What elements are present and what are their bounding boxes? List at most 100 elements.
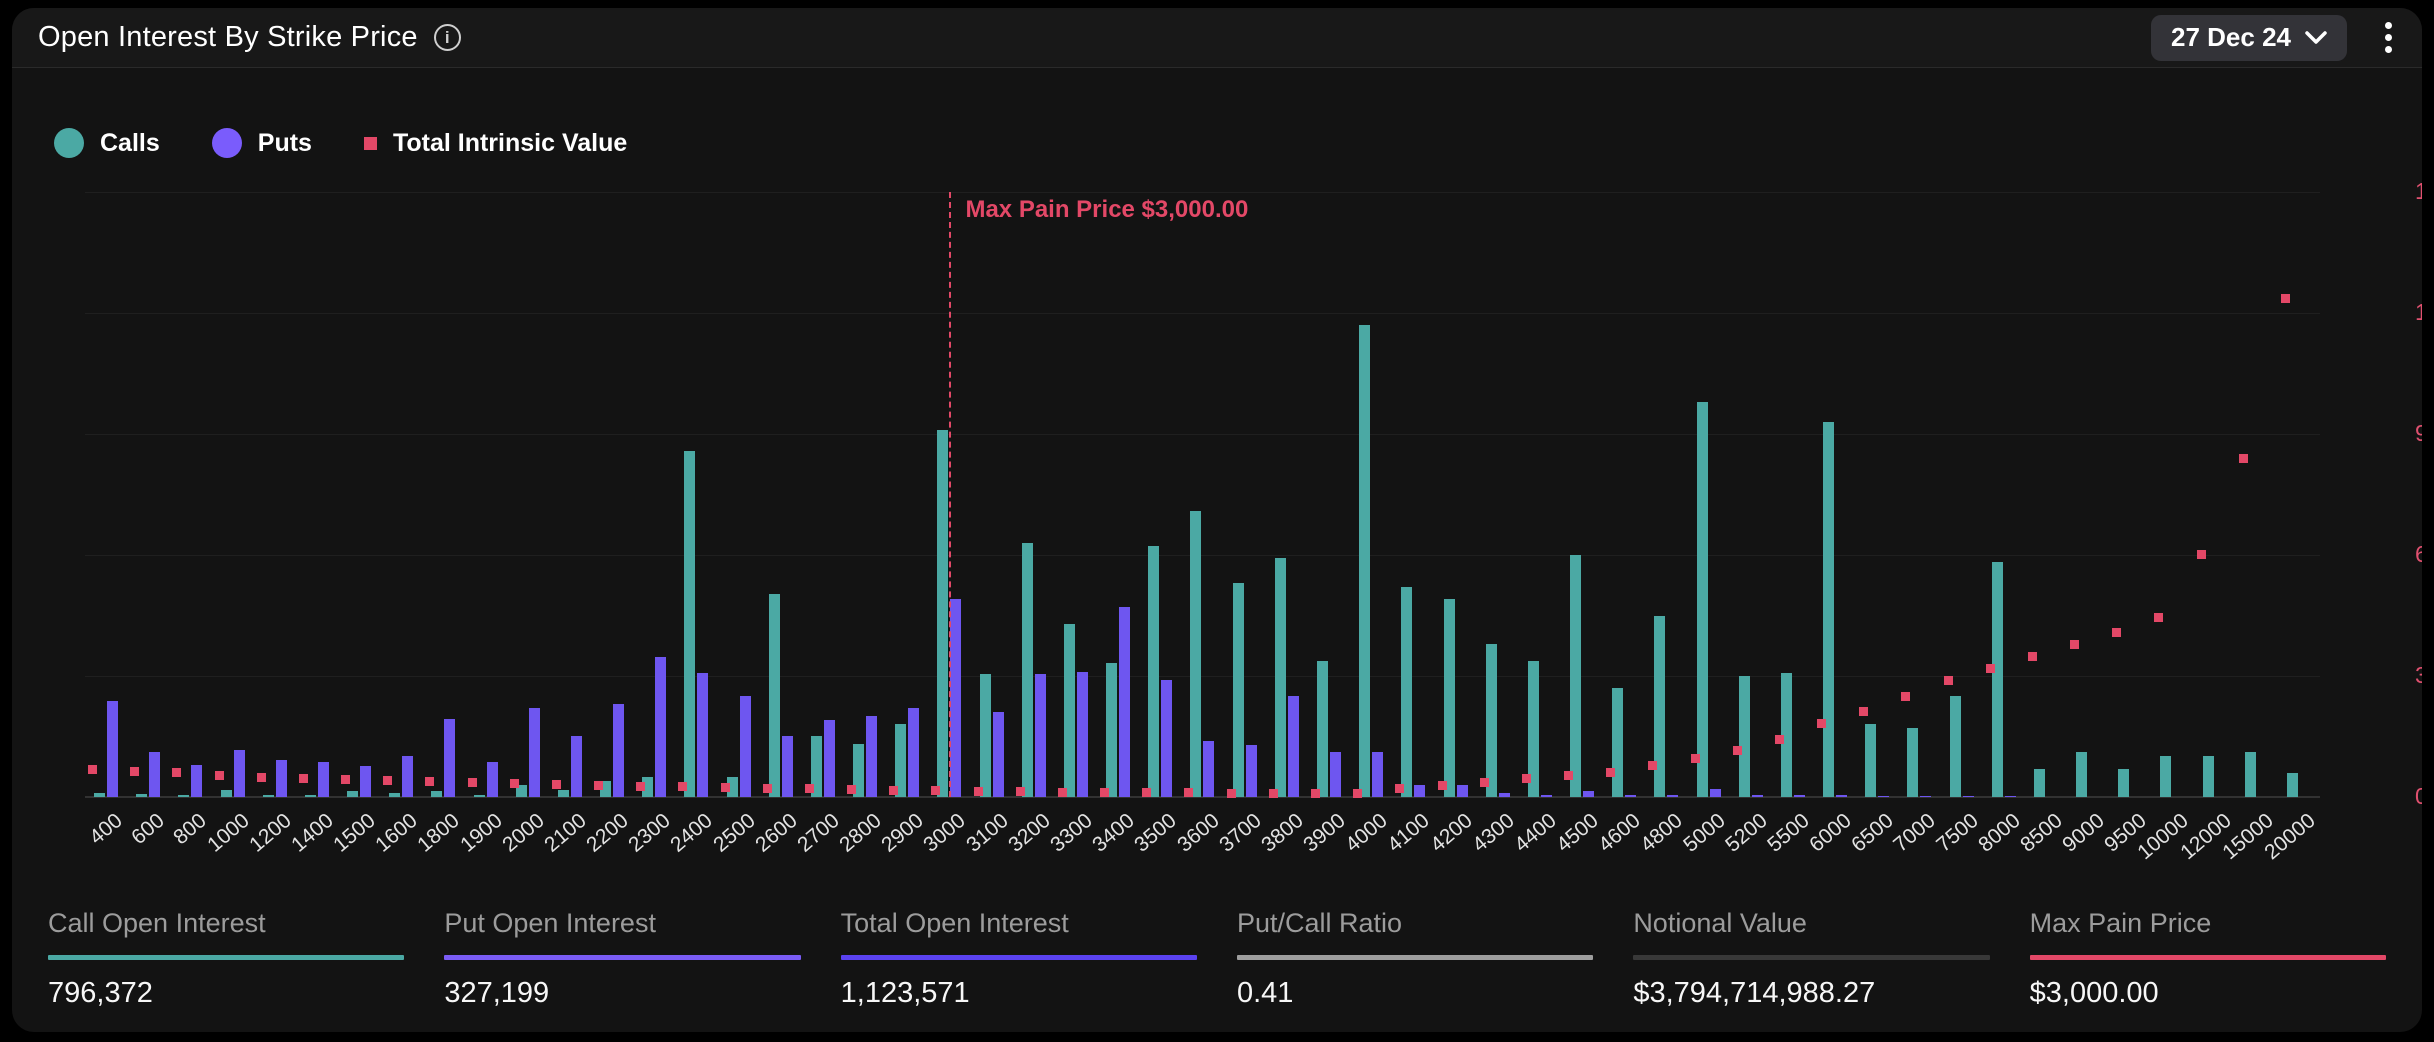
intrinsic-value-dot [931, 786, 940, 795]
calls-bar [1022, 543, 1033, 797]
puts-bar [1372, 752, 1383, 797]
legend-item-intrinsic[interactable]: Total Intrinsic Value [364, 129, 627, 158]
legend: Calls Puts Total Intrinsic Value [54, 128, 679, 158]
puts-bar [1752, 795, 1763, 797]
calls-bar [305, 795, 316, 797]
calls-bar [389, 793, 400, 797]
intrinsic-marker-icon [364, 137, 377, 150]
intrinsic-value-dot [1817, 719, 1826, 728]
intrinsic-value-dot [636, 782, 645, 791]
x-axis-tick: 3300 [1046, 809, 1097, 857]
strike-group-3600 [1181, 192, 1223, 797]
intrinsic-value-dot [299, 774, 308, 783]
expiry-date-dropdown[interactable]: 27 Dec 24 [2151, 15, 2347, 61]
x-axis-tick: 4300 [1468, 809, 1519, 857]
x-axis-tick: 4200 [1426, 809, 1477, 857]
x-axis-tick: 2700 [793, 809, 844, 857]
strike-group-5500 [1772, 192, 1814, 797]
puts-bar [529, 708, 540, 797]
stat-label: Put/Call Ratio [1237, 908, 1593, 939]
puts-bar [1499, 793, 1510, 797]
intrinsic-value-dot [1733, 746, 1742, 755]
strike-group-15000 [2236, 192, 2278, 797]
strike-group-10000 [2151, 192, 2193, 797]
x-axis-tick: 2100 [540, 809, 591, 857]
calls-bar [1907, 728, 1918, 797]
intrinsic-value-dot [1648, 761, 1657, 770]
intrinsic-value-dot [552, 780, 561, 789]
strike-group-2600 [760, 192, 802, 797]
puts-bar [655, 657, 666, 797]
x-axis-tick: 7500 [1932, 809, 1983, 857]
info-icon[interactable]: i [434, 24, 461, 51]
strike-group-12000 [2193, 192, 2235, 797]
x-axis-tick: 2200 [582, 809, 633, 857]
intrinsic-value-dot [2281, 294, 2290, 303]
intrinsic-value-dot [215, 771, 224, 780]
puts-bar [571, 736, 582, 797]
strike-group-9500 [2109, 192, 2151, 797]
puts-bar [908, 708, 919, 797]
strike-group-20000 [2278, 192, 2320, 797]
intrinsic-value-dot [847, 785, 856, 794]
x-axis-tick: 1000 [203, 809, 254, 857]
calls-bar [136, 794, 147, 797]
puts-bar [276, 760, 287, 797]
puts-bar [1583, 791, 1594, 797]
calls-bar [1570, 555, 1581, 797]
puts-bar [2005, 796, 2016, 797]
calls-bar [1064, 624, 1075, 797]
intrinsic-value-dot [2239, 454, 2248, 463]
intrinsic-value-dot [425, 777, 434, 786]
x-axis-tick: 8500 [2016, 809, 2067, 857]
strike-group-1800 [422, 192, 464, 797]
calls-bar [1992, 562, 2003, 797]
x-axis-tick: 6500 [1847, 809, 1898, 857]
strike-group-3200 [1013, 192, 1055, 797]
strike-group-4000 [1350, 192, 1392, 797]
puts-bar [782, 736, 793, 797]
strike-group-3900 [1308, 192, 1350, 797]
calls-marker-icon [54, 128, 84, 158]
intrinsic-value-dot [1395, 784, 1404, 793]
intrinsic-value-dot [1775, 735, 1784, 744]
intrinsic-value-dot [2028, 652, 2037, 661]
calls-bar [2203, 756, 2214, 797]
x-axis-tick: 3900 [1299, 809, 1350, 857]
strike-group-1900 [465, 192, 507, 797]
intrinsic-value-dot [1480, 778, 1489, 787]
intrinsic-value-dot [1564, 771, 1573, 780]
calls-bar [2287, 773, 2298, 797]
intrinsic-value-dot [1016, 787, 1025, 796]
y-axis-right-tick: 9G [2415, 420, 2422, 447]
calls-bar [431, 791, 442, 797]
puts-bar [1794, 795, 1805, 797]
max-pain-line [949, 192, 951, 797]
intrinsic-value-dot [889, 786, 898, 795]
strike-group-2700 [802, 192, 844, 797]
calls-bar [980, 674, 991, 797]
intrinsic-value-dot [1058, 788, 1067, 797]
y-axis-right-tick: 15G [2415, 178, 2422, 205]
legend-label: Calls [100, 129, 160, 158]
intrinsic-value-dot [1606, 768, 1615, 777]
calls-bar [221, 790, 232, 797]
stat-value: 327,199 [444, 977, 800, 1010]
stat-value: 796,372 [48, 977, 404, 1010]
calls-bar [1317, 661, 1328, 797]
calls-bar [1823, 422, 1834, 797]
kebab-menu-button[interactable] [2381, 18, 2396, 57]
puts-bar [1625, 795, 1636, 797]
legend-item-puts[interactable]: Puts [212, 128, 312, 158]
strike-group-2000 [507, 192, 549, 797]
stat-underline [841, 955, 1197, 960]
intrinsic-value-dot [1986, 664, 1995, 673]
x-axis-tick: 3100 [962, 809, 1013, 857]
x-axis-tick: 2300 [624, 809, 675, 857]
legend-item-calls[interactable]: Calls [54, 128, 160, 158]
stat-call-open-interest: Call Open Interest796,372 [48, 908, 404, 1010]
strike-group-3800 [1266, 192, 1308, 797]
x-axis-tick: 9000 [2058, 809, 2109, 857]
x-axis-tick: 3700 [1215, 809, 1266, 857]
chevron-down-icon [2305, 31, 2327, 45]
